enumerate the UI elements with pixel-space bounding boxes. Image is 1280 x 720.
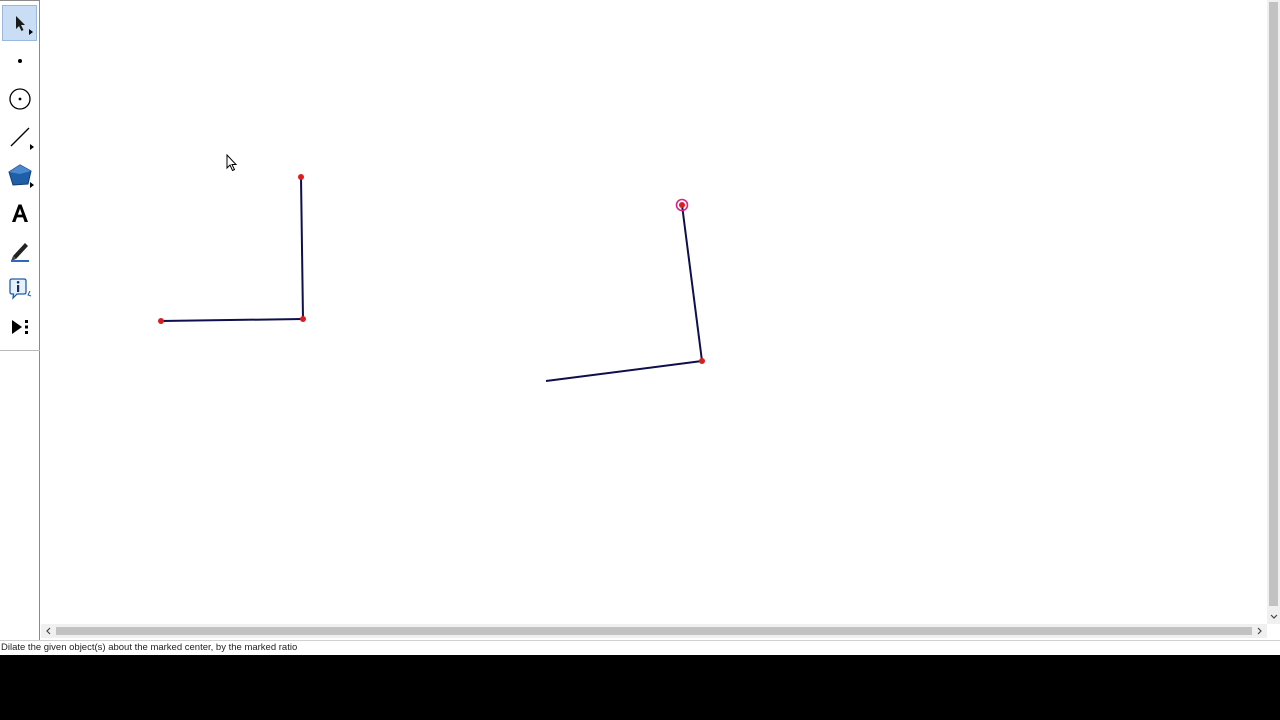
chevron-right-icon (1257, 627, 1262, 635)
vertical-scrollbar[interactable] (1267, 0, 1280, 624)
vertical-scroll-thumb[interactable] (1269, 2, 1278, 606)
chevron-left-icon (46, 627, 51, 635)
marker-tool-button[interactable] (2, 233, 37, 269)
segment[interactable] (681, 204, 703, 362)
point[interactable] (300, 316, 306, 322)
status-text: Dilate the given object(s) about the mar… (1, 642, 298, 653)
text-tool-button[interactable] (2, 195, 37, 231)
horizontal-scrollbar[interactable] (41, 624, 1267, 638)
point-tool-button[interactable] (2, 43, 37, 79)
sketch-canvas[interactable] (41, 1, 1266, 623)
scroll-left-button[interactable] (41, 624, 55, 638)
scroll-right-button[interactable] (1253, 624, 1267, 638)
straightedge-icon (10, 127, 29, 147)
selected-point-center (679, 202, 685, 208)
toolbox (0, 0, 40, 640)
custom-tool-button[interactable] (2, 309, 37, 345)
information-tool-button[interactable] (2, 271, 37, 307)
sketch-drawing (158, 174, 705, 382)
arrow-icon (15, 16, 25, 31)
play-custom-icon (11, 320, 28, 334)
polygon-icon (7, 164, 32, 186)
tool-menu-arrow-icon (30, 182, 34, 188)
arrow-tool-button[interactable] (2, 5, 37, 41)
point[interactable] (699, 358, 705, 364)
segment[interactable] (300, 176, 304, 320)
segment[interactable] (545, 360, 703, 382)
tool-menu-arrow-icon (30, 144, 34, 150)
segment[interactable] (160, 318, 304, 322)
chevron-down-icon (1270, 614, 1277, 619)
mouse-cursor-icon (226, 154, 238, 172)
tool-menu-arrow-icon (29, 29, 33, 35)
status-bar: Dilate the given object(s) about the mar… (0, 640, 1280, 655)
marker-icon (10, 243, 29, 262)
horizontal-scroll-thumb[interactable] (56, 627, 1252, 635)
compass-icon (8, 88, 31, 110)
point-icon (17, 59, 22, 63)
sketch-window: Dilate the given object(s) about the mar… (0, 0, 1280, 655)
point[interactable] (298, 174, 304, 180)
toolbox-divider (0, 350, 40, 351)
straightedge-tool-button[interactable] (2, 119, 37, 155)
point[interactable] (158, 318, 164, 324)
information-icon (8, 278, 31, 300)
scroll-down-button[interactable] (1267, 610, 1280, 624)
polygon-tool-button[interactable] (2, 157, 37, 193)
compass-tool-button[interactable] (2, 81, 37, 117)
text-icon (11, 204, 28, 222)
